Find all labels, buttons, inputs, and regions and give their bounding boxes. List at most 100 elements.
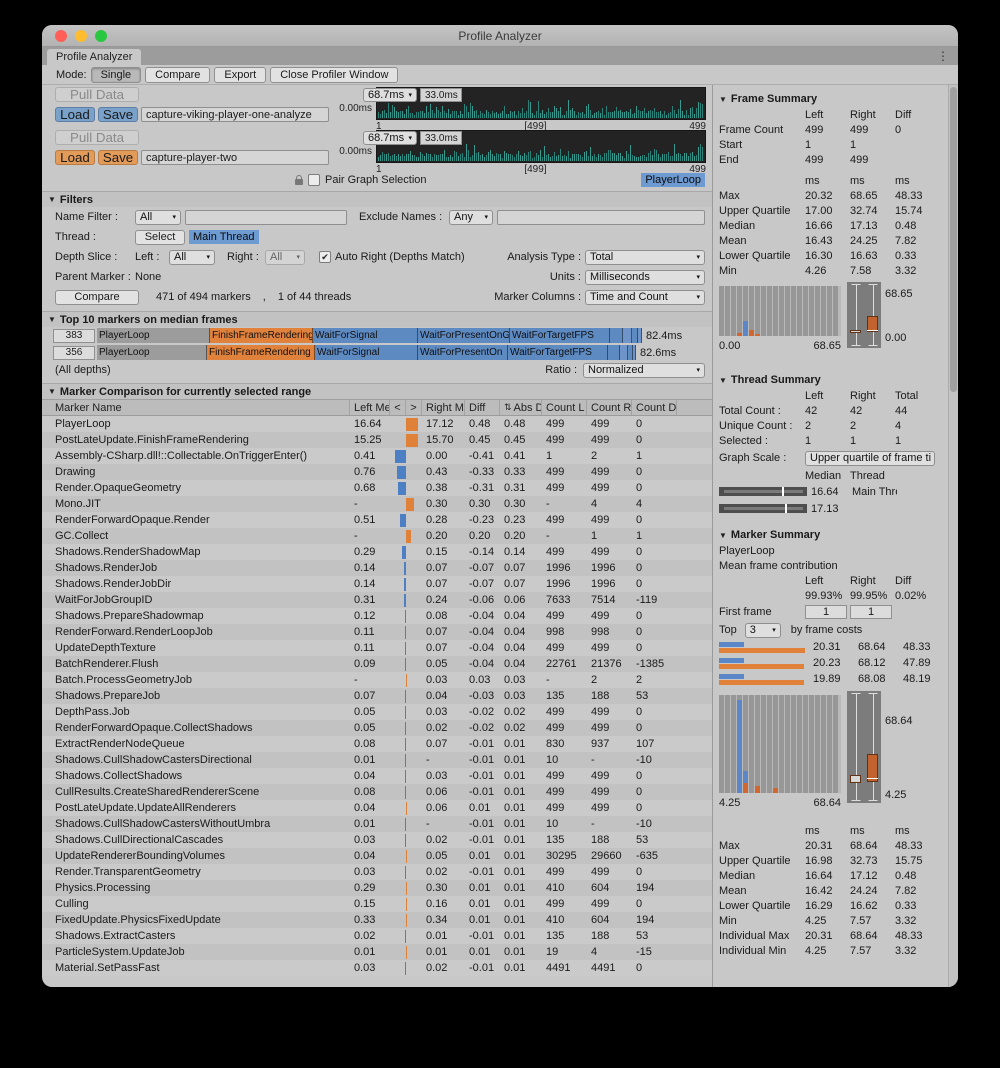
- table-row[interactable]: Mono.JIT-0.300.300.30-44: [42, 496, 712, 512]
- mode-compare-button[interactable]: Compare: [145, 67, 210, 83]
- compare-button[interactable]: Compare: [55, 290, 139, 305]
- frame-index-button[interactable]: 383: [53, 329, 95, 343]
- table-row[interactable]: Shadows.PrepareJob0.070.04-0.030.0313518…: [42, 688, 712, 704]
- column-left-median[interactable]: Left Me: [350, 400, 390, 415]
- save-button-right[interactable]: Save: [98, 150, 138, 165]
- units-dropdown[interactable]: Milliseconds▾: [585, 270, 705, 285]
- top10-segment[interactable]: [610, 328, 623, 343]
- graph-scale-dropdown-right[interactable]: 68.7ms▾: [363, 131, 417, 145]
- graph-scale-dropdown-left[interactable]: 68.7ms▾: [363, 88, 417, 102]
- table-row[interactable]: GC.Collect-0.200.200.20-11: [42, 528, 712, 544]
- name-filter-mode-dropdown[interactable]: All▾: [135, 210, 181, 225]
- top-cost-row[interactable]: 20.3168.6448.33: [713, 639, 948, 655]
- table-row[interactable]: Drawing0.760.43-0.330.334994990: [42, 464, 712, 480]
- graph-ymax-field-left[interactable]: 33.0ms: [420, 88, 462, 102]
- top10-segment[interactable]: PlayerLoop: [97, 328, 210, 343]
- titlebar[interactable]: Profile Analyzer: [42, 25, 958, 47]
- table-row[interactable]: Render.OpaqueGeometry0.680.38-0.310.3149…: [42, 480, 712, 496]
- zoom-window-button[interactable]: [95, 30, 107, 42]
- top-cost-row[interactable]: 20.2368.1247.89: [713, 655, 948, 671]
- table-row[interactable]: Shadows.CullShadowCastersDirectional0.01…: [42, 752, 712, 768]
- table-row[interactable]: Shadows.CullDirectionalCascades0.030.02-…: [42, 832, 712, 848]
- top10-segment[interactable]: [633, 345, 636, 360]
- load-button-left[interactable]: Load: [55, 107, 95, 122]
- top-cost-row[interactable]: 19.8968.0848.19: [713, 671, 948, 687]
- save-button-left[interactable]: Save: [98, 107, 138, 122]
- analysis-type-dropdown[interactable]: Total▾: [585, 250, 705, 265]
- top10-segment[interactable]: WaitForTargetFPS: [510, 328, 610, 343]
- top10-stacked-bar[interactable]: PlayerLoopFinishFrameRenderingWaitForSig…: [97, 328, 706, 343]
- ratio-dropdown[interactable]: Normalized▾: [583, 363, 705, 378]
- table-row[interactable]: Culling0.150.160.010.014994990: [42, 896, 712, 912]
- column-marker-name[interactable]: Marker Name: [42, 400, 350, 415]
- column-diff[interactable]: Diff: [465, 400, 500, 415]
- graph-scale-dropdown[interactable]: Upper quartile of frame ti▾: [805, 451, 935, 466]
- vertical-scrollbar[interactable]: [948, 85, 958, 987]
- table-row[interactable]: PostLateUpdate.UpdateAllRenderers0.040.0…: [42, 800, 712, 816]
- first-frame-right-button[interactable]: 1: [850, 605, 892, 619]
- table-row[interactable]: Shadows.PrepareShadowmap0.120.08-0.040.0…: [42, 608, 712, 624]
- table-row[interactable]: DepthPass.Job0.050.03-0.020.024994990: [42, 704, 712, 720]
- export-button[interactable]: Export: [214, 67, 266, 83]
- table-row[interactable]: Physics.Processing0.290.300.010.01410604…: [42, 880, 712, 896]
- frame-summary-header[interactable]: ▼ Frame Summary: [713, 91, 948, 107]
- table-row[interactable]: RenderForwardOpaque.CollectShadows0.050.…: [42, 720, 712, 736]
- column-right-bar[interactable]: >: [406, 400, 422, 415]
- marker-box-plot[interactable]: [847, 691, 881, 803]
- top10-segment[interactable]: [620, 345, 628, 360]
- tab-profile-analyzer[interactable]: Profile Analyzer: [47, 49, 141, 65]
- table-row[interactable]: Shadows.RenderShadowMap0.290.15-0.140.14…: [42, 544, 712, 560]
- table-row[interactable]: ParticleSystem.UpdateJob0.010.010.010.01…: [42, 944, 712, 960]
- table-row[interactable]: PostLateUpdate.FinishFrameRendering15.25…: [42, 432, 712, 448]
- table-row[interactable]: Shadows.CullShadowCastersWithoutUmbra0.0…: [42, 816, 712, 832]
- name-filter-input[interactable]: [185, 210, 347, 225]
- table-row[interactable]: Shadows.RenderJob0.140.07-0.070.07199619…: [42, 560, 712, 576]
- capture-name-field-left[interactable]: capture-viking-player-one-analyze: [141, 107, 329, 122]
- auto-right-checkbox[interactable]: [319, 251, 331, 263]
- table-row[interactable]: FixedUpdate.PhysicsFixedUpdate0.330.340.…: [42, 912, 712, 928]
- minimize-window-button[interactable]: [75, 30, 87, 42]
- column-count-diff[interactable]: Count D: [632, 400, 677, 415]
- capture-name-field-right[interactable]: capture-player-two: [141, 150, 329, 165]
- frame-time-graph-left[interactable]: 68.7ms▾ 33.0ms: [376, 87, 706, 120]
- table-row[interactable]: RenderForward.RenderLoopJob0.110.07-0.04…: [42, 624, 712, 640]
- filters-header[interactable]: ▼ Filters: [42, 191, 712, 207]
- thread-select-button[interactable]: Select: [135, 230, 185, 245]
- comparison-header[interactable]: ▼ Marker Comparison for currently select…: [42, 383, 712, 399]
- table-row[interactable]: Shadows.RenderJobDir0.140.07-0.070.07199…: [42, 576, 712, 592]
- graph-ymax-field-right[interactable]: 33.0ms: [420, 131, 462, 145]
- close-profiler-button[interactable]: Close Profiler Window: [270, 67, 398, 83]
- pull-data-button-right[interactable]: Pull Data: [55, 130, 139, 145]
- top10-segment[interactable]: WaitForPresentOn: [418, 345, 508, 360]
- top10-segment[interactable]: [623, 328, 632, 343]
- pull-data-button-left[interactable]: Pull Data: [55, 87, 139, 102]
- table-row[interactable]: WaitForJobGroupID0.310.24-0.060.06763375…: [42, 592, 712, 608]
- frame-box-plot[interactable]: [847, 282, 881, 348]
- column-count-right[interactable]: Count R: [587, 400, 632, 415]
- top10-segment[interactable]: [638, 328, 642, 343]
- depth-right-dropdown[interactable]: All▾: [265, 250, 305, 265]
- top10-segment[interactable]: PlayerLoop: [97, 345, 207, 360]
- thread-summary-header[interactable]: ▼ Thread Summary: [713, 372, 948, 388]
- top10-segment[interactable]: WaitForTargetFPS: [508, 345, 608, 360]
- marker-columns-dropdown[interactable]: Time and Count▾: [585, 290, 705, 305]
- top10-segment[interactable]: [608, 345, 620, 360]
- mode-single-button[interactable]: Single: [91, 67, 142, 83]
- column-left-bar[interactable]: <: [390, 400, 406, 415]
- top-n-dropdown[interactable]: 3▾: [745, 623, 781, 638]
- top10-stacked-bar[interactable]: PlayerLoopFinishFrameRenderingWaitForSig…: [97, 345, 706, 360]
- exclude-mode-dropdown[interactable]: Any▾: [449, 210, 493, 225]
- table-row[interactable]: Assembly-CSharp.dll!::Collectable.OnTrig…: [42, 448, 712, 464]
- kebab-menu-icon[interactable]: ⋮: [937, 49, 949, 63]
- frame-time-graph-right[interactable]: 68.7ms▾ 33.0ms: [376, 130, 706, 163]
- scrollbar-thumb[interactable]: [950, 87, 957, 392]
- table-row[interactable]: Shadows.CollectShadows0.040.03-0.010.014…: [42, 768, 712, 784]
- top10-segment[interactable]: FinishFrameRendering: [210, 328, 313, 343]
- table-row[interactable]: PlayerLoop16.6417.120.480.484994990: [42, 416, 712, 432]
- marker-histogram[interactable]: [719, 695, 841, 793]
- first-frame-left-button[interactable]: 1: [805, 605, 847, 619]
- depth-left-dropdown[interactable]: All▾: [169, 250, 215, 265]
- top10-segment[interactable]: WaitForPresentOnG: [418, 328, 510, 343]
- top10-segment[interactable]: WaitForSignal: [313, 328, 418, 343]
- exclude-names-input[interactable]: [497, 210, 705, 225]
